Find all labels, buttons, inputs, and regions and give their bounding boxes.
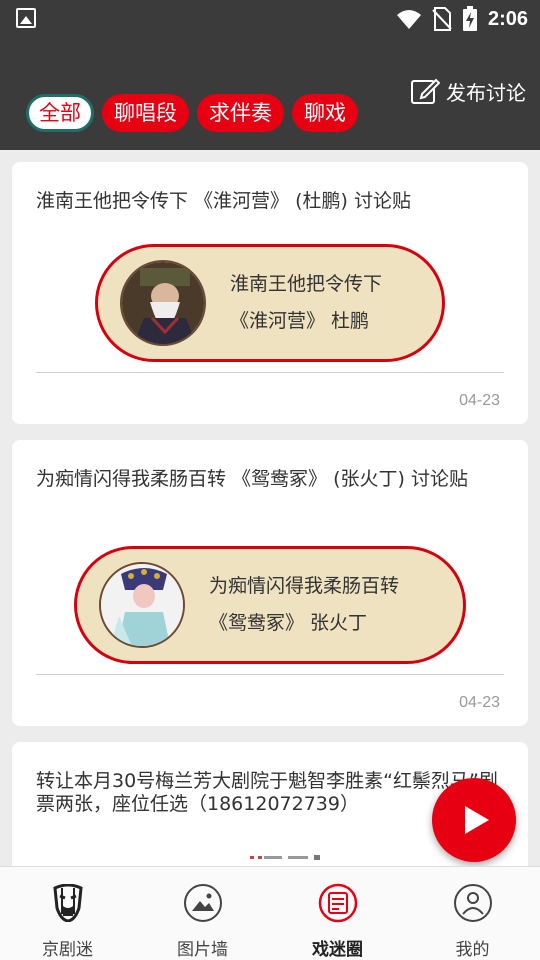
card-divider: [36, 674, 504, 675]
nav-item-photo-wall[interactable]: 图片墙: [135, 867, 270, 960]
nav-label: 京剧迷: [42, 940, 93, 960]
aria-pill-button[interactable]: 淮南王他把令传下 《淮河营》 杜鹏: [95, 244, 445, 362]
gallery-notification-icon: [16, 8, 36, 28]
bottom-navigation: 京剧迷 图片墙 戏迷圈 我的: [0, 866, 540, 960]
tab-all[interactable]: 全部: [26, 94, 94, 132]
chat-circle-icon: [318, 883, 358, 923]
user-icon: [453, 883, 493, 923]
status-bar: 2:06: [0, 0, 540, 36]
nav-item-fan-circle[interactable]: 戏迷圈: [270, 867, 405, 960]
aria-play-performer: 《淮河营》 杜鹏: [230, 310, 370, 332]
image-icon: [183, 883, 223, 923]
nav-item-me[interactable]: 我的: [405, 867, 540, 960]
card-divider: [36, 372, 504, 373]
performer-avatar: [99, 562, 185, 648]
nav-label: 我的: [455, 940, 490, 960]
wifi-icon: [396, 10, 421, 29]
aria-pill-button[interactable]: 为痴情闪得我柔肠百转 《鸳鸯冢》 张火丁: [74, 546, 466, 664]
play-button[interactable]: [432, 778, 516, 862]
post-title: 为痴情闪得我柔肠百转 《鸳鸯冢》 (张火丁) 讨论贴: [36, 468, 468, 490]
aria-play-performer: 《鸳鸯冢》 张火丁: [209, 612, 368, 634]
nav-label: 戏迷圈: [312, 940, 363, 960]
aria-name: 淮南王他把令传下: [230, 273, 383, 295]
status-time: 2:06: [487, 7, 528, 30]
nav-item-opera-fans[interactable]: 京剧迷: [0, 867, 135, 960]
performer-avatar: [120, 260, 206, 346]
top-header: 2:06 发布讨论 全部 聊唱段 求伴奏 聊戏: [0, 0, 540, 150]
tab-opera-chat[interactable]: 聊戏: [292, 94, 358, 132]
post-discussion-label: 发布讨论: [446, 80, 526, 105]
no-sim-icon: [432, 7, 452, 31]
post-date: 04-23: [459, 392, 500, 409]
tab-singing[interactable]: 聊唱段: [102, 94, 189, 132]
post-discussion-button[interactable]: 发布讨论: [410, 76, 526, 106]
post-card[interactable]: 为痴情闪得我柔肠百转 《鸳鸯冢》 (张火丁) 讨论贴 为痴情闪得我柔肠百转 《鸳…: [12, 440, 528, 726]
post-card[interactable]: 淮南王他把令传下 《淮河营》 (杜鹏) 讨论贴 淮南王他把令传下 《淮河营》 杜…: [12, 162, 528, 424]
nav-label: 图片墙: [177, 940, 228, 960]
post-title: 淮南王他把令传下 《淮河营》 (杜鹏) 讨论贴: [36, 190, 411, 212]
battery-charging-icon: [462, 6, 477, 31]
opera-mask-icon: [48, 883, 88, 923]
post-date: 04-23: [459, 694, 500, 711]
category-tabs: 全部 聊唱段 求伴奏 聊戏: [26, 94, 358, 132]
edit-icon: [411, 78, 440, 104]
aria-name: 为痴情闪得我柔肠百转: [209, 575, 400, 597]
tab-accompaniment[interactable]: 求伴奏: [197, 94, 284, 132]
